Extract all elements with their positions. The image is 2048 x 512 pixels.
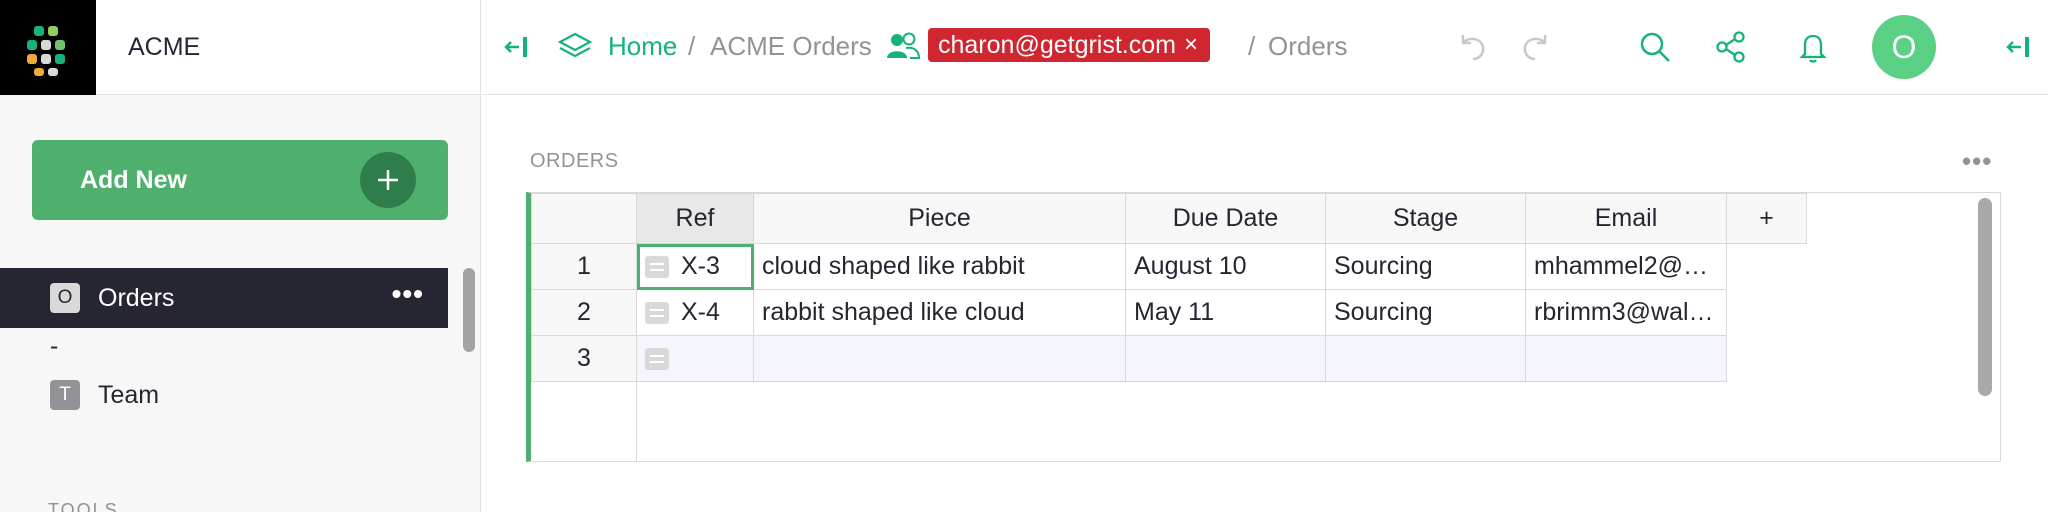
org-name[interactable]: ACME	[128, 33, 200, 62]
section-title[interactable]: ORDERS	[530, 150, 619, 173]
left-panel: ACME Add New O Orders ••• - T Team TOOLS	[0, 0, 481, 512]
cell-email[interactable]: mhammel2@…	[1525, 243, 1727, 290]
breadcrumb-doc[interactable]: ACME Orders	[710, 31, 872, 62]
add-new-button[interactable]: Add New	[32, 140, 448, 220]
cell-email[interactable]: rbrimm3@wal…	[1525, 289, 1727, 336]
page-label: Team	[98, 380, 160, 409]
column-header-piece[interactable]: Piece	[753, 193, 1126, 244]
breadcrumb-page[interactable]: Orders	[1268, 31, 1347, 62]
cell-stage[interactable]: Sourcing	[1325, 243, 1526, 290]
ref-chip-icon	[645, 347, 669, 370]
table-row: 1 X-3 cloud shaped like rabbit August 10…	[531, 243, 1807, 290]
cell-due-date[interactable]: May 11	[1125, 289, 1326, 336]
ref-chip-icon	[645, 255, 669, 278]
left-panel-scrollbar[interactable]	[463, 268, 475, 352]
cell-email[interactable]	[1525, 335, 1727, 382]
cell-piece[interactable]: cloud shaped like rabbit	[753, 243, 1126, 290]
share-icon[interactable]	[1712, 28, 1750, 66]
layers-icon	[556, 30, 594, 64]
header-row: Ref Piece Due Date Stage Email +	[531, 193, 1807, 244]
collapse-left-icon[interactable]	[500, 30, 534, 64]
logo-icon[interactable]	[0, 0, 96, 95]
tools-heading: TOOLS	[48, 500, 119, 512]
column-header-due-date[interactable]: Due Date	[1125, 193, 1326, 244]
cell-ref-value: X-4	[681, 298, 720, 326]
breadcrumb-home[interactable]: Home	[608, 31, 677, 62]
page-menu-button[interactable]: •••	[392, 278, 424, 310]
cell-due-date[interactable]: August 10	[1125, 243, 1326, 290]
add-new-row: 3	[531, 335, 1807, 382]
cell-due-date[interactable]	[1125, 335, 1326, 382]
cell-piece[interactable]: rabbit shaped like cloud	[753, 289, 1126, 336]
grid-table: Ref Piece Due Date Stage Email + 1 X-3 c…	[531, 193, 1807, 382]
grid-scrollbar[interactable]	[1978, 198, 1992, 396]
page-item-team[interactable]: T Team	[0, 365, 448, 425]
plus-icon	[360, 152, 416, 208]
cell-ref-value: X-3	[681, 252, 720, 280]
cell-piece[interactable]	[753, 335, 1126, 382]
cell-ref[interactable]: X-4	[636, 289, 754, 336]
add-new-label: Add New	[80, 166, 187, 194]
breadcrumb-separator: /	[1248, 31, 1256, 61]
bell-icon[interactable]	[1794, 28, 1832, 66]
page-item-orders[interactable]: O Orders •••	[0, 268, 448, 328]
cell-ref[interactable]: X-3	[636, 243, 754, 290]
section-menu-button[interactable]: •••	[1962, 146, 1992, 177]
app-window: ACME Add New O Orders ••• - T Team TOOLS…	[0, 0, 2048, 512]
data-grid: Ref Piece Due Date Stage Email + 1 X-3 c…	[526, 192, 2001, 462]
search-icon[interactable]	[1636, 28, 1674, 66]
cell-stage[interactable]: Sourcing	[1325, 289, 1526, 336]
undo-icon[interactable]	[1454, 28, 1490, 64]
column-header-email[interactable]: Email	[1525, 193, 1727, 244]
breadcrumb-separator: /	[688, 31, 696, 61]
avatar[interactable]: O	[1872, 15, 1936, 79]
cell-stage[interactable]	[1325, 335, 1526, 382]
page-label: Orders	[98, 283, 175, 312]
page-initial-icon: T	[50, 380, 80, 410]
cell-ref[interactable]	[636, 335, 754, 382]
close-icon[interactable]: ×	[1184, 31, 1198, 59]
top-bar: Home / ACME Orders charon@getgrist.com ×…	[482, 0, 2048, 95]
add-column-button[interactable]: +	[1726, 193, 1807, 244]
table-row: 2 X-4 rabbit shaped like cloud May 11 So…	[531, 289, 1807, 336]
collapse-right-icon[interactable]	[2002, 30, 2036, 64]
row-number[interactable]: 1	[531, 243, 637, 290]
users-icon	[886, 30, 920, 62]
page-separator: -	[50, 332, 59, 360]
row-number[interactable]: 3	[531, 335, 637, 382]
column-header-stage[interactable]: Stage	[1325, 193, 1526, 244]
column-header-ref[interactable]: Ref	[636, 193, 754, 244]
grid-corner[interactable]	[531, 193, 637, 244]
redo-icon[interactable]	[1518, 28, 1554, 64]
page-initial-icon: O	[50, 283, 80, 313]
row-number[interactable]: 2	[531, 289, 637, 336]
ref-chip-icon	[645, 301, 669, 324]
user-badge-email: charon@getgrist.com	[938, 30, 1176, 59]
view-as-user-badge: charon@getgrist.com ×	[928, 28, 1210, 62]
